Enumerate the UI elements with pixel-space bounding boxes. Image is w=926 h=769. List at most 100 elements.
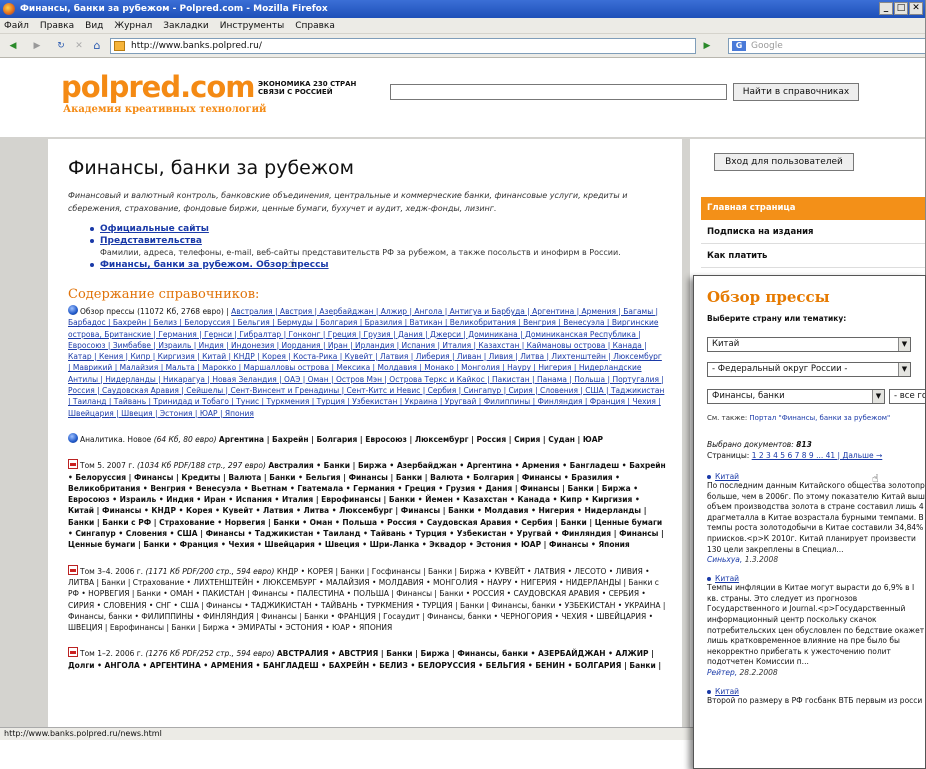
news-item: Китай По последним данным Китайского общ… (707, 472, 925, 564)
item-meta: (1034 Кб PDF/188 стр., 297 евро) (136, 461, 266, 471)
news-country-link[interactable]: Китай (707, 574, 925, 583)
home-icon[interactable]: ⌂ (90, 39, 104, 53)
nav-home[interactable]: Главная страница (701, 197, 925, 220)
news-date: 28.2.2008 (739, 667, 778, 677)
item-meta: (1276 Кб PDF/252 стр., 594 евро) (145, 649, 275, 659)
search-references-button[interactable]: Найти в справочниках (733, 83, 859, 101)
list-item: Представительства Фамилии, адреса, телефо… (90, 235, 666, 259)
google-icon: G (732, 41, 746, 51)
menu-view[interactable]: Вид (85, 21, 103, 31)
pdf-icon (68, 459, 78, 470)
menu-help[interactable]: Справка (295, 21, 335, 31)
news-text: По последним данным Китайского общества … (707, 481, 925, 554)
page-intro: Финансовый и валютный контроль, банковск… (68, 191, 628, 213)
page-links[interactable]: 1 2 3 4 5 6 7 8 9 ... 41 | Дальше → (752, 451, 883, 460)
topic-value: Финансы, банки (712, 391, 785, 401)
maximize-button[interactable]: □ (894, 2, 908, 15)
web-search-box[interactable]: G Google (728, 38, 925, 54)
item-meta: (64 Кб, 80 евро) (153, 434, 217, 444)
reference-item: Обзор прессы (11072 Кб, 2768 евро) | Авс… (68, 305, 666, 419)
item-head: Том 3–4. 2006 г. (80, 566, 144, 576)
news-date: 1.3.2008 (744, 555, 779, 565)
news-source[interactable]: Рейтер, (707, 668, 737, 677)
representations-link[interactable]: Представительства (100, 236, 202, 246)
forward-icon[interactable]: ▶ (30, 39, 44, 53)
site-search-input[interactable] (390, 84, 727, 100)
minimize-button[interactable]: _ (879, 2, 893, 15)
item-head: Аналитика. Новое (80, 434, 152, 444)
menu-file[interactable]: Файл (4, 21, 29, 31)
news-country-link[interactable]: Китай (707, 687, 925, 696)
reference-item: Том 5. 2007 г. (1034 Кб PDF/188 стр., 29… (68, 459, 666, 550)
official-sites-link[interactable]: Официальные сайты (100, 224, 209, 234)
site-favicon (114, 41, 125, 51)
site-tagline: Академия креативных технологий (63, 104, 267, 115)
menu-bookmarks[interactable]: Закладки (163, 21, 209, 31)
chevron-down-icon: ▼ (898, 363, 910, 376)
hand-cursor-icon: ☝ (872, 472, 879, 485)
nav-how-to-pay[interactable]: Как платить (701, 245, 925, 268)
item-meta: (1171 Кб PDF/200 стр., 594 евро) (145, 566, 275, 576)
menu-history[interactable]: Журнал (114, 21, 152, 31)
hand-cursor-icon: ☝ (288, 257, 295, 270)
district-select[interactable]: - Федеральный округ России - ▼ (707, 362, 911, 377)
found-number: 813 (796, 440, 812, 449)
found-label: Выбрано документов: (707, 440, 794, 449)
list-item: Официальные сайты (90, 223, 666, 235)
search-placeholder: Google (751, 41, 783, 51)
country-value: Китай (712, 339, 740, 349)
chevron-down-icon: ▼ (898, 338, 910, 351)
country-select[interactable]: Китай ▼ (707, 337, 911, 352)
firefox-icon (3, 3, 15, 15)
reload-icon[interactable]: ↻ (54, 39, 68, 53)
pagination: Страницы: 1 2 3 4 5 6 7 8 9 ... 41 | Дал… (707, 451, 925, 460)
login-button[interactable]: Вход для пользователей (714, 153, 854, 171)
choose-label: Выберите страну или тематику: (707, 314, 847, 323)
news-meta: Рейтер, 28.2.2008 (707, 668, 925, 677)
news-country-link[interactable]: Китай (707, 472, 925, 481)
stop-icon[interactable]: ✕ (72, 39, 86, 53)
go-icon[interactable]: ▶ (700, 39, 714, 53)
press-review-panel: Обзор прессы Выберите страну или тематик… (693, 275, 926, 769)
see-also: См. также: Портал "Финансы, банки за руб… (707, 414, 925, 422)
item-text[interactable]: Аргентина | Бахрейн | Болгария | Евросою… (219, 435, 603, 444)
window-title: Финансы, банки за рубежом - Polpred.com … (20, 4, 328, 14)
news-meta: Синьхуа, 1.3.2008 (707, 555, 925, 564)
item-text[interactable]: КНДР • КОРЕЯ | Банки | Госфинансы | Банк… (68, 567, 665, 632)
reference-item: Том 1–2. 2006 г. (1276 Кб PDF/252 стр., … (68, 647, 666, 671)
navigation-toolbar: ◀ ▶ ↻ ✕ ⌂ http://www.banks.polpred.ru/ ▶… (0, 34, 925, 58)
site-logo[interactable]: polpred.com (61, 70, 255, 104)
topic-select[interactable]: Финансы, банки ▼ (707, 389, 885, 404)
year-select[interactable]: - все годы (889, 389, 925, 404)
news-text: Темпы инфляции в Китае могут вырасти до … (707, 583, 925, 667)
menu-edit[interactable]: Правка (40, 21, 74, 31)
pdf-icon (68, 564, 78, 575)
item-head: Том 5. 2007 г. (80, 461, 135, 471)
pages-label: Страницы: (707, 451, 750, 460)
menu-bar: Файл Правка Вид Журнал Закладки Инструме… (0, 18, 925, 34)
title-bar: Финансы, банки за рубежом - Polpred.com … (0, 0, 925, 18)
list-item: Финансы, банки за рубежом. Обзор прессы (90, 259, 666, 271)
reference-item: Том 3–4. 2006 г. (1171 Кб PDF/200 стр., … (68, 564, 666, 634)
url-text: http://www.banks.polpred.ru/ (131, 41, 262, 51)
see-also-link[interactable]: Портал "Финансы, банки за рубежом" (749, 414, 890, 422)
page-title: Финансы, банки за рубежом (68, 157, 354, 179)
country-links[interactable]: Австралия | Австрия | Азербайджан | Алжи… (68, 307, 664, 418)
main-card: Финансы, банки за рубежом Финансовый и в… (48, 139, 682, 727)
section-title: Содержание справочников: (68, 287, 260, 302)
year-value: - все годы (894, 391, 925, 401)
news-source[interactable]: Синьхуа, (707, 555, 742, 564)
nav-subscription[interactable]: Подписка на издания (701, 221, 925, 244)
site-slogan: ЭКОНОМИКА 230 СТРАН СВЯЗИ С РОССИЕЙ (258, 80, 357, 96)
reference-item: Аналитика. Новое (64 Кб, 80 евро) Аргент… (68, 432, 666, 445)
site-header: polpred.com Академия креативных технолог… (0, 58, 925, 124)
pdf-icon (68, 647, 78, 658)
url-bar[interactable]: http://www.banks.polpred.ru/ (110, 38, 696, 54)
news-text: Второй по размеру в РФ госбанк ВТБ первы… (707, 695, 923, 705)
news-item: Китай Второй по размеру в РФ госбанк ВТБ… (707, 687, 925, 707)
item-text[interactable]: Австралия • Банки | Биржа • Азербайджан … (68, 461, 666, 549)
back-icon[interactable]: ◀ (6, 39, 20, 53)
close-button[interactable]: ✕ (909, 2, 923, 15)
menu-tools[interactable]: Инструменты (220, 21, 284, 31)
panel-title: Обзор прессы (707, 288, 830, 306)
